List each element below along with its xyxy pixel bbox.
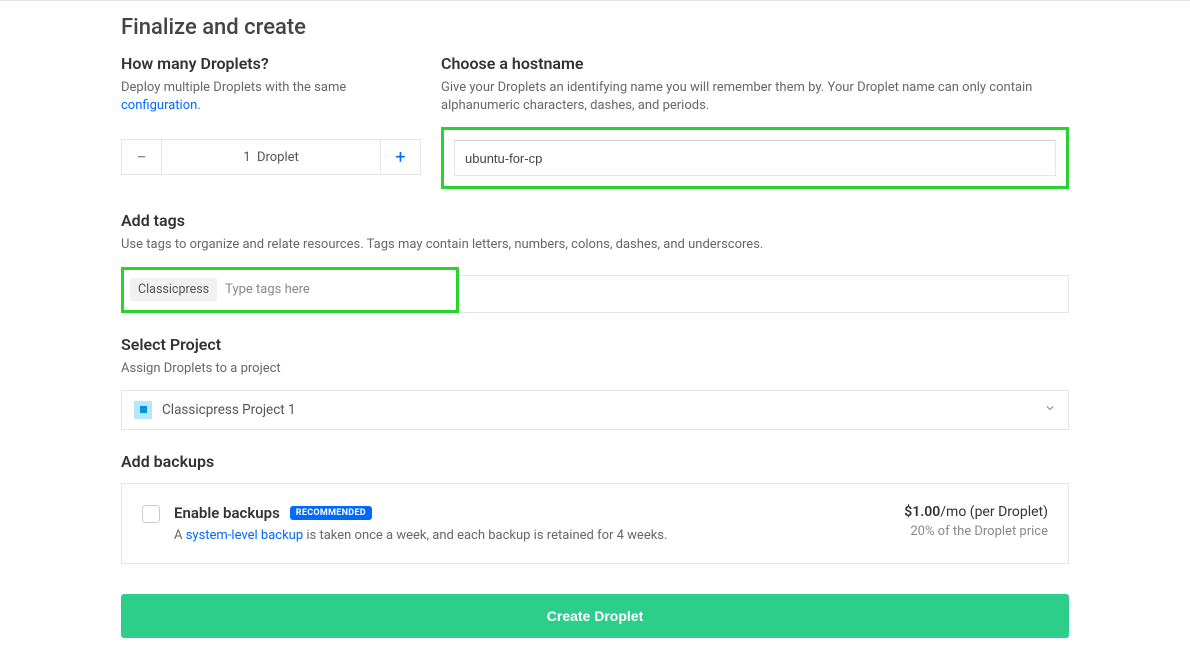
backups-panel: Enable backups RECOMMENDED A system-leve… (121, 483, 1069, 564)
decrement-button[interactable]: − (122, 140, 162, 174)
enable-backups-checkbox[interactable] (142, 505, 160, 523)
project-title: Select Project (121, 335, 1069, 354)
create-droplet-button[interactable]: Create Droplet (121, 594, 1069, 638)
backups-title: Add backups (121, 452, 1069, 471)
tags-highlight: Classicpress Type tags here (121, 267, 459, 313)
recommended-badge: RECOMMENDED (290, 506, 372, 520)
droplets-count-desc: Deploy multiple Droplets with the same c… (121, 79, 421, 115)
project-icon (134, 401, 152, 419)
system-level-backup-link[interactable]: system-level backup (186, 528, 303, 543)
tags-field-extension[interactable] (458, 275, 1069, 313)
tag-chip[interactable]: Classicpress (130, 278, 217, 301)
tags-desc: Use tags to organize and relate resource… (121, 236, 1069, 254)
hostname-title: Choose a hostname (441, 54, 1069, 73)
hostname-desc: Give your Droplets an identifying name y… (441, 79, 1069, 115)
project-selected-name: Classicpress Project 1 (162, 402, 1044, 418)
project-select[interactable]: Classicpress Project 1 (121, 390, 1069, 430)
droplets-count-title: How many Droplets? (121, 54, 421, 73)
backup-price: $1.00/mo (per Droplet) (904, 504, 1048, 520)
quantity-stepper: − 1 Droplet + (121, 139, 421, 175)
tags-input[interactable]: Type tags here (225, 282, 310, 297)
hostname-input[interactable] (454, 140, 1056, 176)
configuration-link[interactable]: configuration (121, 98, 197, 113)
page-title: Finalize and create (121, 1, 1069, 54)
tags-title: Add tags (121, 211, 1069, 230)
backup-price-sub: 20% of the Droplet price (904, 524, 1048, 539)
droplet-count-value: 1 Droplet (162, 140, 380, 174)
hostname-highlight (441, 127, 1069, 189)
enable-backups-label: Enable backups (174, 504, 280, 522)
chevron-down-icon (1044, 402, 1056, 417)
increment-button[interactable]: + (380, 140, 420, 174)
project-desc: Assign Droplets to a project (121, 360, 1069, 378)
backups-desc: A system-level backup is taken once a we… (174, 528, 904, 543)
